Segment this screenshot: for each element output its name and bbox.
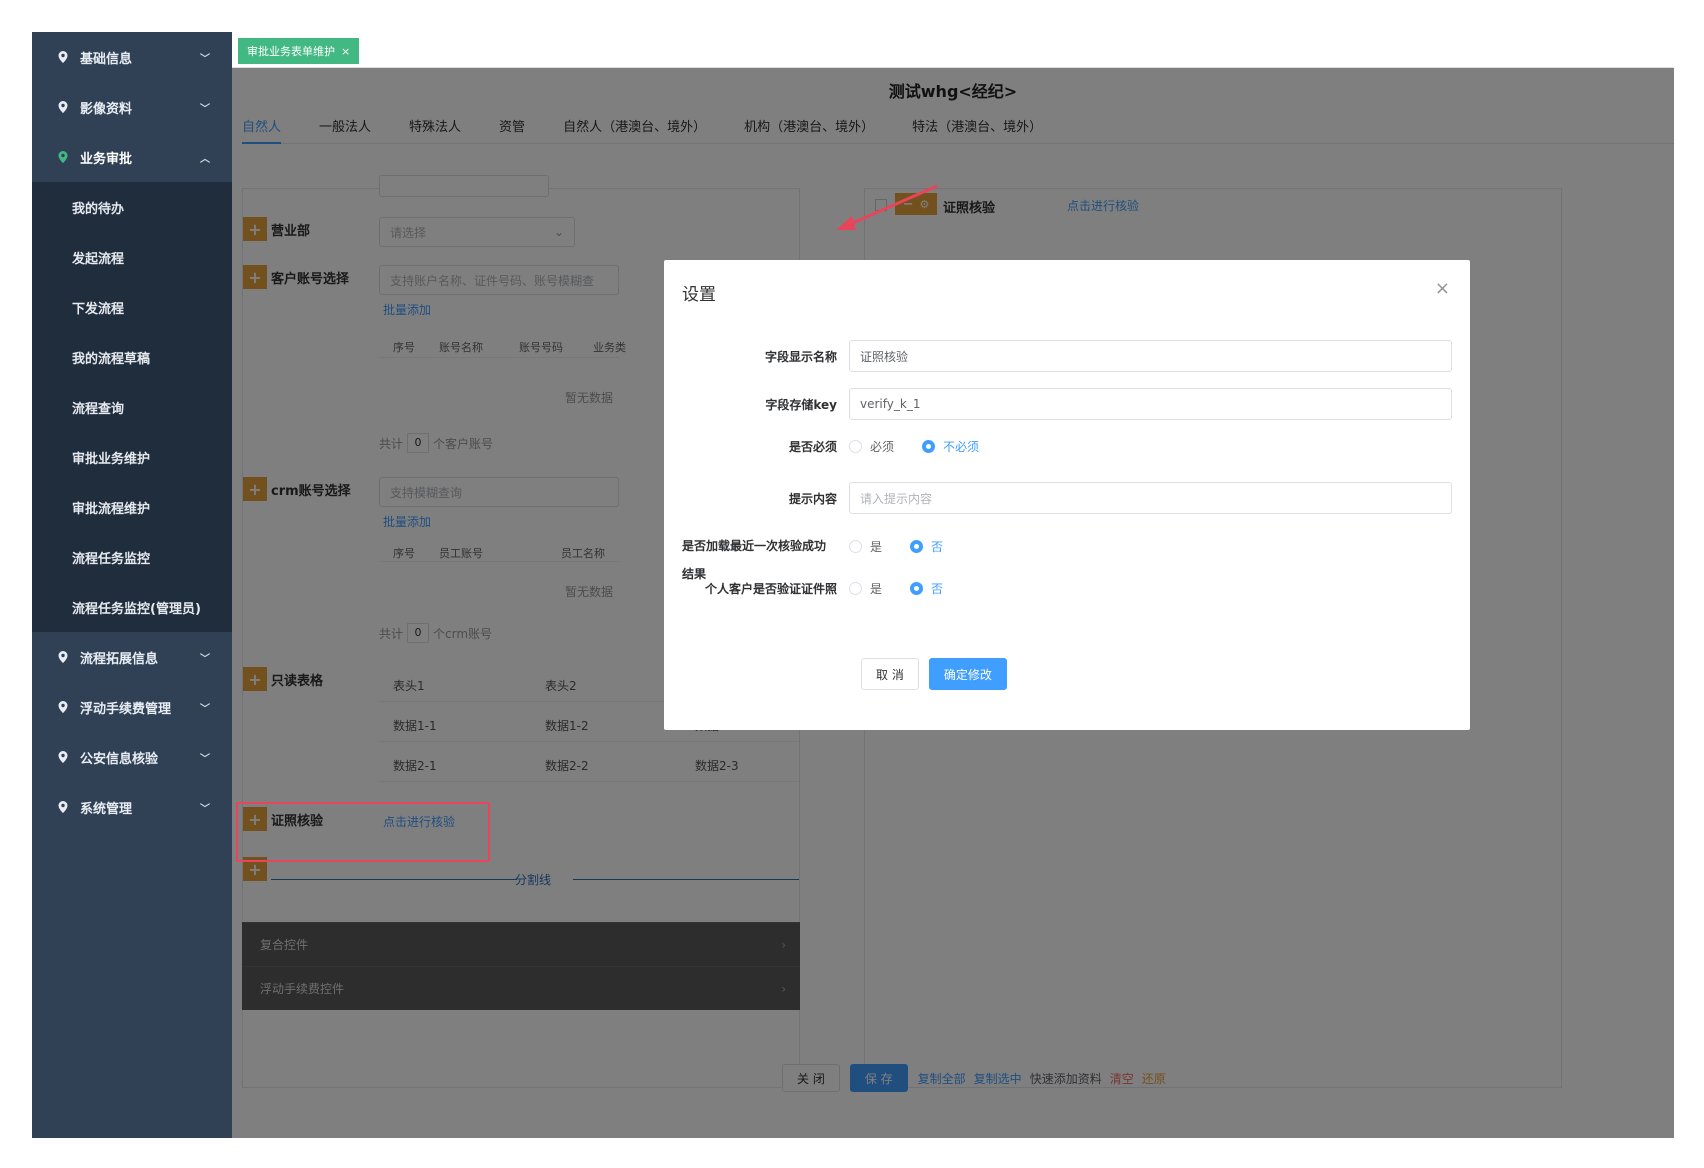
sidebar-sub-item[interactable]: 审批流程维护 xyxy=(32,482,232,532)
chevron-down-icon: ﹀ xyxy=(200,654,210,665)
location-pin-icon xyxy=(58,701,68,713)
label-line: 是否加载最近一次核验成功 xyxy=(682,539,827,553)
app-window: 基础信息 ﹀ 影像资料 ﹀ 业务审批 ︿ 我的待办 发起流程 下发流程 我的流程草稿 流程查询 审批… xyxy=(32,32,1674,1138)
radio-circle-icon[interactable] xyxy=(849,540,862,553)
sidebar-item[interactable]: 浮动手续费管理 ﹀ xyxy=(32,682,232,732)
settings-modal: 设置 × 字段显示名称 证照核验 字段存储key verify_k_1 是否必须… xyxy=(664,260,1470,730)
sidebar-item[interactable]: 公安信息核验 ﹀ xyxy=(32,732,232,782)
tip-input[interactable]: 请入提示内容 xyxy=(849,482,1452,514)
display-name-input[interactable]: 证照核验 xyxy=(849,340,1452,372)
row-tip: 提示内容 请入提示内容 xyxy=(664,482,1452,514)
tag-form-maintenance[interactable]: 审批业务表单维护 × xyxy=(238,38,360,64)
sidebar-item-label: 系统管理 xyxy=(80,801,133,817)
chevron-down-icon: ﹀ xyxy=(200,754,210,765)
sidebar: 基础信息 ﹀ 影像资料 ﹀ 业务审批 ︿ 我的待办 发起流程 下发流程 我的流程草稿 流程查询 审批… xyxy=(32,32,232,1138)
radio-label: 不必须 xyxy=(943,440,980,454)
arrow-annotation xyxy=(836,184,938,230)
location-pin-icon xyxy=(58,51,68,63)
sidebar-sub-item[interactable]: 审批业务维护 xyxy=(32,432,232,482)
sidebar-sub-item[interactable]: 我的待办 xyxy=(32,182,232,232)
radio-personal-yes[interactable]: 是 xyxy=(849,580,882,597)
chevron-down-icon: ﹀ xyxy=(200,704,210,715)
radio-load-yes[interactable]: 是 xyxy=(849,538,882,555)
radio-load-no[interactable]: 否 xyxy=(910,538,943,555)
location-pin-icon xyxy=(58,751,68,763)
sidebar-item-label: 业务审批 xyxy=(80,151,133,167)
radio-label: 必须 xyxy=(870,440,895,454)
sidebar-sub-item[interactable]: 我的流程草稿 xyxy=(32,332,232,382)
sidebar-item-label: 公安信息核验 xyxy=(80,751,159,767)
cancel-button[interactable]: 取 消 xyxy=(861,658,919,690)
radio-label: 是 xyxy=(870,582,883,596)
row-display-name: 字段显示名称 证照核验 xyxy=(664,340,1452,372)
sidebar-item[interactable]: 业务审批 ︿ xyxy=(32,132,232,182)
row-required: 是否必须 必须 不必须 xyxy=(664,438,1452,455)
sidebar-item[interactable]: 流程拓展信息 ﹀ xyxy=(32,632,232,682)
radio-required[interactable]: 必须 xyxy=(849,438,894,455)
sidebar-sub-item[interactable]: 发起流程 xyxy=(32,232,232,282)
sidebar-item-label: 流程拓展信息 xyxy=(80,651,159,667)
tag-close-icon[interactable]: × xyxy=(341,45,350,58)
sidebar-sub-item[interactable]: 流程任务监控(管理员) xyxy=(32,582,232,632)
row-storage-key: 字段存储key verify_k_1 xyxy=(664,388,1452,420)
sidebar-sub-item[interactable]: 下发流程 xyxy=(32,282,232,332)
radio-checked-icon[interactable] xyxy=(910,582,924,595)
sidebar-item[interactable]: 影像资料 ﹀ xyxy=(32,82,232,132)
close-icon[interactable]: × xyxy=(1435,278,1450,299)
radio-label: 否 xyxy=(931,582,944,596)
sidebar-item[interactable]: 基础信息 ﹀ xyxy=(32,32,232,82)
location-pin-icon xyxy=(58,651,68,663)
sidebar-item-label: 浮动手续费管理 xyxy=(80,701,172,717)
radio-personal-no[interactable]: 否 xyxy=(910,580,943,597)
radio-label: 是 xyxy=(870,540,883,554)
chevron-down-icon: ﹀ xyxy=(200,104,210,115)
radio-checked-icon[interactable] xyxy=(922,440,936,453)
highlight-box xyxy=(236,802,490,862)
radio-not-required[interactable]: 不必须 xyxy=(922,438,979,455)
radio-circle-icon[interactable] xyxy=(849,582,862,595)
tag-label: 审批业务表单维护 xyxy=(247,45,335,58)
chevron-down-icon: ﹀ xyxy=(200,54,210,65)
modal-title: 设置 xyxy=(682,285,716,305)
sidebar-sub-item[interactable]: 流程任务监控 xyxy=(32,532,232,582)
field-label: 提示内容 xyxy=(788,491,837,506)
sidebar-sub-item[interactable]: 流程查询 xyxy=(32,382,232,432)
field-label: 个人客户是否验证证件照 xyxy=(704,582,837,596)
sub-menu: 我的待办 发起流程 下发流程 我的流程草稿 流程查询 审批业务维护 审批流程维护 流程任务监控… xyxy=(32,182,232,632)
radio-circle-icon[interactable] xyxy=(849,440,862,453)
field-label: 字段存储key xyxy=(765,397,837,412)
sidebar-item-label: 影像资料 xyxy=(80,101,133,117)
location-pin-icon xyxy=(58,801,68,813)
location-pin-icon xyxy=(58,101,68,113)
chevron-down-icon: ﹀ xyxy=(200,804,210,815)
location-pin-icon xyxy=(58,151,68,163)
field-label: 字段显示名称 xyxy=(764,349,837,364)
chevron-up-icon: ︿ xyxy=(200,154,210,165)
storage-key-input[interactable]: verify_k_1 xyxy=(849,388,1452,420)
confirm-button[interactable]: 确定修改 xyxy=(928,658,1007,690)
sidebar-item[interactable]: 系统管理 ﹀ xyxy=(32,782,232,832)
tag-bar: 审批业务表单维护 × xyxy=(232,32,1674,68)
sidebar-item-label: 基础信息 xyxy=(80,51,133,67)
radio-label: 否 xyxy=(931,540,944,554)
field-label: 是否必须 xyxy=(788,440,837,454)
modal-footer: 取 消 确定修改 xyxy=(861,658,1017,690)
radio-checked-icon[interactable] xyxy=(910,540,924,553)
row-personal: 个人客户是否验证证件照 是 否 xyxy=(664,580,1452,597)
